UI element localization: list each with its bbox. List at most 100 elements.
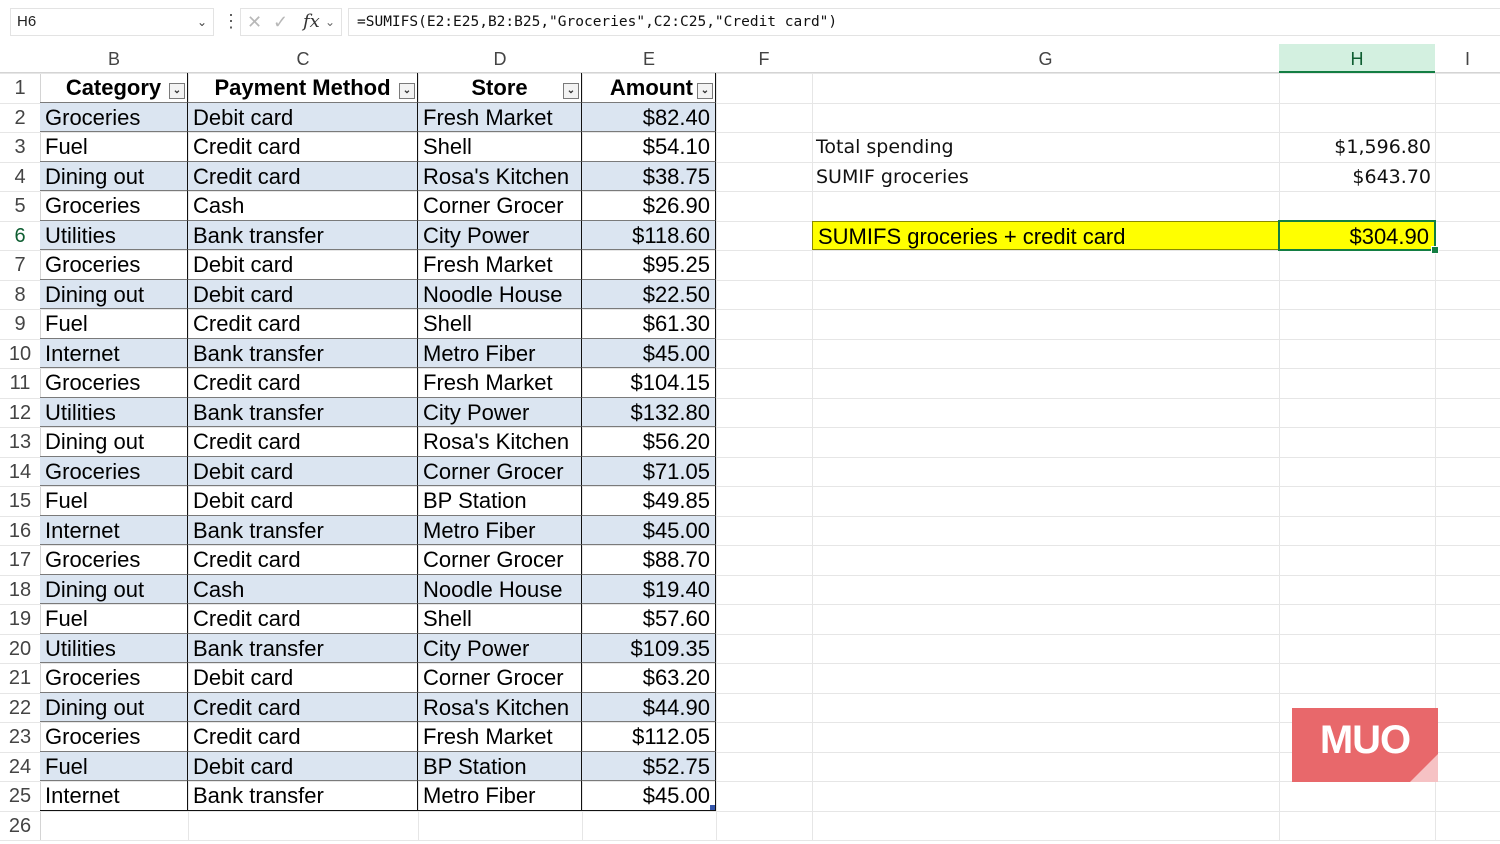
row-header-2[interactable]: 2: [0, 103, 40, 133]
table-cell[interactable]: Groceries: [40, 722, 188, 752]
column-header-g[interactable]: G: [812, 44, 1279, 73]
row-header-15[interactable]: 15: [0, 486, 40, 516]
table-cell[interactable]: $22.50: [582, 279, 716, 309]
row-header-26[interactable]: 26: [0, 811, 40, 841]
fill-handle[interactable]: [1431, 246, 1439, 254]
table-cell[interactable]: Credit card: [188, 132, 418, 162]
row-header-25[interactable]: 25: [0, 781, 40, 811]
table-cell[interactable]: Dining out: [40, 574, 188, 604]
table-cell[interactable]: Fresh Market: [418, 368, 582, 398]
name-box[interactable]: H6 ⌄: [10, 8, 214, 36]
table-cell[interactable]: Cash: [188, 191, 418, 221]
table-cell[interactable]: $61.30: [582, 309, 716, 339]
table-cell[interactable]: $49.85: [582, 486, 716, 516]
table-cell[interactable]: BP Station: [418, 486, 582, 516]
summary-value[interactable]: $1,596.80: [1279, 132, 1431, 162]
table-cell[interactable]: Rosa's Kitchen: [418, 427, 582, 457]
check-icon[interactable]: ✓: [273, 9, 288, 35]
chevron-down-icon[interactable]: ⌄: [197, 9, 207, 35]
table-cell[interactable]: City Power: [418, 633, 582, 663]
column-header-b[interactable]: B: [40, 44, 188, 73]
table-cell[interactable]: Metro Fiber: [418, 781, 582, 811]
table-cell[interactable]: Metro Fiber: [418, 515, 582, 545]
row-header-3[interactable]: 3: [0, 132, 40, 162]
row-header-9[interactable]: 9: [0, 309, 40, 339]
table-cell[interactable]: Groceries: [40, 191, 188, 221]
table-cell[interactable]: Groceries: [40, 102, 188, 132]
table-cell[interactable]: Groceries: [40, 545, 188, 575]
row-header-19[interactable]: 19: [0, 604, 40, 634]
table-cell[interactable]: Internet: [40, 338, 188, 368]
table-cell[interactable]: Credit card: [188, 692, 418, 722]
table-cell[interactable]: Corner Grocer: [418, 191, 582, 221]
table-cell[interactable]: Rosa's Kitchen: [418, 692, 582, 722]
table-cell[interactable]: $104.15: [582, 368, 716, 398]
row-header-21[interactable]: 21: [0, 663, 40, 693]
column-header-d[interactable]: D: [418, 44, 582, 73]
table-cell[interactable]: Groceries: [40, 663, 188, 693]
row-header-7[interactable]: 7: [0, 250, 40, 280]
table-cell[interactable]: Noodle House: [418, 279, 582, 309]
table-header-cell[interactable]: Payment Method ⌄: [188, 73, 418, 103]
table-cell[interactable]: Utilities: [40, 397, 188, 427]
column-header-i[interactable]: I: [1435, 44, 1500, 73]
table-cell[interactable]: Debit card: [188, 486, 418, 516]
row-header-10[interactable]: 10: [0, 339, 40, 369]
column-header-e[interactable]: E: [582, 44, 716, 73]
table-cell[interactable]: Dining out: [40, 161, 188, 191]
table-cell[interactable]: Groceries: [40, 456, 188, 486]
table-cell[interactable]: Fuel: [40, 751, 188, 781]
table-cell[interactable]: Fresh Market: [418, 102, 582, 132]
table-cell[interactable]: $95.25: [582, 250, 716, 280]
table-cell[interactable]: Dining out: [40, 692, 188, 722]
table-cell[interactable]: $71.05: [582, 456, 716, 486]
row-header-18[interactable]: 18: [0, 575, 40, 605]
table-cell[interactable]: Fresh Market: [418, 722, 582, 752]
table-header-cell[interactable]: Store ⌄: [418, 73, 582, 103]
table-cell[interactable]: $88.70: [582, 545, 716, 575]
filter-dropdown-icon[interactable]: ⌄: [697, 82, 713, 99]
table-cell[interactable]: Debit card: [188, 250, 418, 280]
summary-value[interactable]: $643.70: [1279, 162, 1431, 192]
row-header-6[interactable]: 6: [0, 221, 40, 251]
table-cell[interactable]: Fresh Market: [418, 250, 582, 280]
insert-function-icon[interactable]: fx: [303, 9, 320, 35]
table-cell[interactable]: $109.35: [582, 633, 716, 663]
table-cell[interactable]: Debit card: [188, 102, 418, 132]
table-cell[interactable]: Fuel: [40, 309, 188, 339]
row-header-16[interactable]: 16: [0, 516, 40, 546]
table-cell[interactable]: Internet: [40, 515, 188, 545]
table-header-cell[interactable]: Category ⌄: [40, 73, 188, 103]
table-cell[interactable]: Corner Grocer: [418, 545, 582, 575]
table-cell[interactable]: Debit card: [188, 751, 418, 781]
table-cell[interactable]: $26.90: [582, 191, 716, 221]
table-cell[interactable]: Fuel: [40, 604, 188, 634]
more-options-icon[interactable]: ⋮: [222, 10, 240, 34]
table-cell[interactable]: Credit card: [188, 161, 418, 191]
table-cell[interactable]: Fuel: [40, 486, 188, 516]
row-header-11[interactable]: 11: [0, 368, 40, 398]
table-cell[interactable]: $132.80: [582, 397, 716, 427]
row-header-23[interactable]: 23: [0, 722, 40, 752]
table-cell[interactable]: $118.60: [582, 220, 716, 250]
table-cell[interactable]: Credit card: [188, 368, 418, 398]
column-header-h[interactable]: H: [1279, 44, 1435, 73]
table-cell[interactable]: Debit card: [188, 456, 418, 486]
row-header-8[interactable]: 8: [0, 280, 40, 310]
sumifs-label-cell[interactable]: SUMIFS groceries + credit card: [812, 220, 1279, 250]
summary-label[interactable]: SUMIF groceries: [816, 162, 969, 192]
table-cell[interactable]: Corner Grocer: [418, 456, 582, 486]
column-header-c[interactable]: C: [188, 44, 418, 73]
row-header-5[interactable]: 5: [0, 191, 40, 221]
table-cell[interactable]: $56.20: [582, 427, 716, 457]
table-cell[interactable]: Groceries: [40, 368, 188, 398]
row-header-1[interactable]: 1: [0, 73, 40, 103]
table-cell[interactable]: Credit card: [188, 427, 418, 457]
row-header-14[interactable]: 14: [0, 457, 40, 487]
filter-dropdown-icon[interactable]: ⌄: [169, 82, 185, 99]
summary-label[interactable]: Total spending: [816, 132, 954, 162]
column-header-f[interactable]: F: [716, 44, 812, 73]
table-cell[interactable]: Credit card: [188, 545, 418, 575]
table-cell[interactable]: $45.00: [582, 515, 716, 545]
table-header-cell[interactable]: Amount ⌄: [582, 73, 716, 103]
